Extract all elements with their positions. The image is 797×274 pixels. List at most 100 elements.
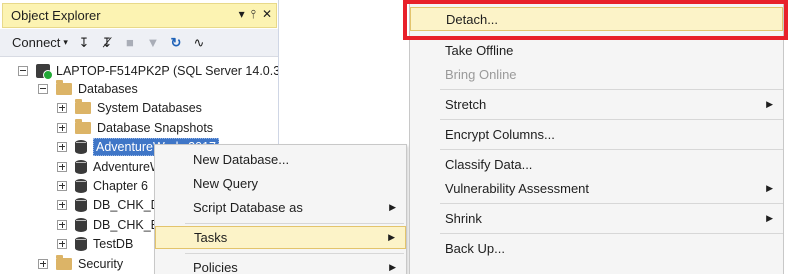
tasks-submenu: Detach... Take Offline Bring Online Stre… xyxy=(409,0,784,274)
pin-icon[interactable]: ⫯ xyxy=(251,7,256,22)
tree-node-label: System Databases xyxy=(97,100,202,115)
menu-item-label: Encrypt Columns... xyxy=(445,126,555,142)
menu-item-new-database[interactable]: New Database... xyxy=(155,148,406,171)
expand-icon[interactable] xyxy=(57,180,67,191)
menu-separator xyxy=(440,149,783,150)
menu-item-label: Back Up... xyxy=(445,240,505,256)
server-icon xyxy=(36,63,53,80)
folder-icon xyxy=(75,98,91,114)
menu-item-label: Vulnerability Assessment xyxy=(445,180,590,196)
database-icon xyxy=(75,159,87,174)
menu-item-tasks[interactable]: Tasks ▶ xyxy=(155,226,406,249)
menu-separator xyxy=(440,89,783,90)
menu-item-label: Policies xyxy=(193,260,238,274)
menu-item-policies[interactable]: Policies ▶ xyxy=(155,256,406,274)
menu-separator xyxy=(440,203,783,204)
expand-icon[interactable] xyxy=(57,102,67,113)
window-position-icon[interactable]: ▾ xyxy=(239,7,245,22)
menu-item-bring-online: Bring Online xyxy=(410,62,783,86)
tree-node-server[interactable]: LAPTOP-F514PK2P (SQL Server 14.0.31 xyxy=(18,61,279,80)
tree-node-db-chk-d[interactable]: DB_CHK_D xyxy=(57,195,160,214)
expand-icon[interactable] xyxy=(57,219,67,230)
menu-separator xyxy=(440,233,783,234)
tree-node-security[interactable]: Security xyxy=(38,254,123,273)
object-explorer-toolbar: Connect ▾ ↧ ↧̸ ■ ▼ ↻ ∿ xyxy=(0,29,278,57)
menu-item-label: New Database... xyxy=(193,152,290,167)
submenu-arrow-icon: ▶ xyxy=(766,98,773,109)
submenu-arrow-icon: ▶ xyxy=(766,182,773,193)
submenu-arrow-icon: ▶ xyxy=(389,202,396,212)
menu-separator xyxy=(185,223,404,224)
object-explorer-title-bar: Object Explorer ▾ ⫯ ✕ xyxy=(2,3,277,28)
chevron-down-icon: ▾ xyxy=(63,37,68,47)
collapse-icon[interactable] xyxy=(38,83,48,94)
menu-item-label: New Query xyxy=(193,176,259,191)
menu-item-back-up[interactable]: Back Up... xyxy=(410,236,783,260)
database-icon xyxy=(75,217,87,232)
connect-label: Connect xyxy=(12,35,61,50)
tree-node-label: Databases xyxy=(78,81,138,96)
menu-item-vulnerability-assessment[interactable]: Vulnerability Assessment ▶ xyxy=(410,176,783,200)
submenu-arrow-icon: ▶ xyxy=(766,212,773,223)
menu-item-label: Script Database as xyxy=(193,200,303,215)
collapse-icon[interactable] xyxy=(18,65,28,76)
tree-node-testdb[interactable]: TestDB xyxy=(57,234,133,253)
tree-node-label: Chapter 6 xyxy=(93,178,148,193)
submenu-arrow-icon: ▶ xyxy=(389,262,396,272)
tree-node-label: DB_CHK_E xyxy=(93,217,159,232)
expand-icon[interactable] xyxy=(57,199,67,210)
database-icon xyxy=(75,178,87,193)
menu-item-shrink[interactable]: Shrink ▶ xyxy=(410,206,783,230)
tree-node-label: Database Snapshots xyxy=(97,120,214,135)
menu-item-encrypt-columns[interactable]: Encrypt Columns... xyxy=(410,122,783,146)
title-bar-icons: ▾ ⫯ ✕ xyxy=(239,7,272,22)
expand-icon[interactable] xyxy=(38,258,48,269)
menu-separator xyxy=(440,36,783,37)
database-context-menu: New Database... New Query Script Databas… xyxy=(154,144,407,274)
expand-icon[interactable] xyxy=(57,161,67,172)
tree-node-system-databases[interactable]: System Databases xyxy=(57,98,202,117)
connect-button[interactable]: Connect ▾ xyxy=(12,35,68,50)
stop-icon[interactable]: ■ xyxy=(123,35,137,50)
tree-node-database-snapshots[interactable]: Database Snapshots xyxy=(57,118,213,137)
menu-item-label: Detach... xyxy=(446,11,499,27)
menu-item-label: Tasks xyxy=(194,230,228,245)
menu-item-script-database-as[interactable]: Script Database as ▶ xyxy=(155,196,406,219)
menu-separator xyxy=(185,253,404,254)
menu-item-detach[interactable]: Detach... xyxy=(410,7,783,31)
plug-icon[interactable]: ↧ xyxy=(77,35,91,51)
database-icon xyxy=(75,236,87,251)
filter-icon[interactable]: ▼ xyxy=(146,35,160,50)
database-icon xyxy=(75,139,87,154)
menu-item-label: Classify Data... xyxy=(445,156,533,172)
folder-icon xyxy=(75,118,91,134)
tree-node-label: DB_CHK_D xyxy=(93,197,160,212)
folder-icon xyxy=(56,79,72,95)
tree-node-label: TestDB xyxy=(93,236,134,251)
object-explorer-title: Object Explorer xyxy=(11,8,101,23)
menu-item-stretch[interactable]: Stretch ▶ xyxy=(410,92,783,116)
tree-node-db-chk-e[interactable]: DB_CHK_E xyxy=(57,215,159,234)
menu-item-take-offline[interactable]: Take Offline xyxy=(410,38,783,62)
submenu-arrow-icon: ▶ xyxy=(388,232,395,242)
menu-item-new-query[interactable]: New Query xyxy=(155,172,406,195)
activity-icon[interactable]: ∿ xyxy=(192,35,206,51)
folder-icon xyxy=(56,254,72,270)
close-icon[interactable]: ✕ xyxy=(262,7,272,22)
menu-item-label: Stretch xyxy=(445,96,487,112)
tree-node-chapter-6[interactable]: Chapter 6 xyxy=(57,176,148,195)
refresh-icon[interactable]: ↻ xyxy=(169,35,183,51)
menu-item-classify-data[interactable]: Classify Data... xyxy=(410,152,783,176)
menu-item-label: Bring Online xyxy=(445,66,517,82)
disconnect-icon[interactable]: ↧̸ xyxy=(100,35,114,51)
menu-item-label: Take Offline xyxy=(445,42,514,58)
tree-node-label: LAPTOP-F514PK2P (SQL Server 14.0.31 xyxy=(56,63,279,78)
database-icon xyxy=(75,197,87,212)
menu-separator xyxy=(440,119,783,120)
expand-icon[interactable] xyxy=(57,141,67,152)
tree-node-label: Security xyxy=(78,256,124,271)
menu-item-label: Shrink xyxy=(445,210,482,226)
expand-icon[interactable] xyxy=(57,122,67,133)
expand-icon[interactable] xyxy=(57,238,67,249)
tree-node-databases[interactable]: Databases xyxy=(38,79,138,98)
